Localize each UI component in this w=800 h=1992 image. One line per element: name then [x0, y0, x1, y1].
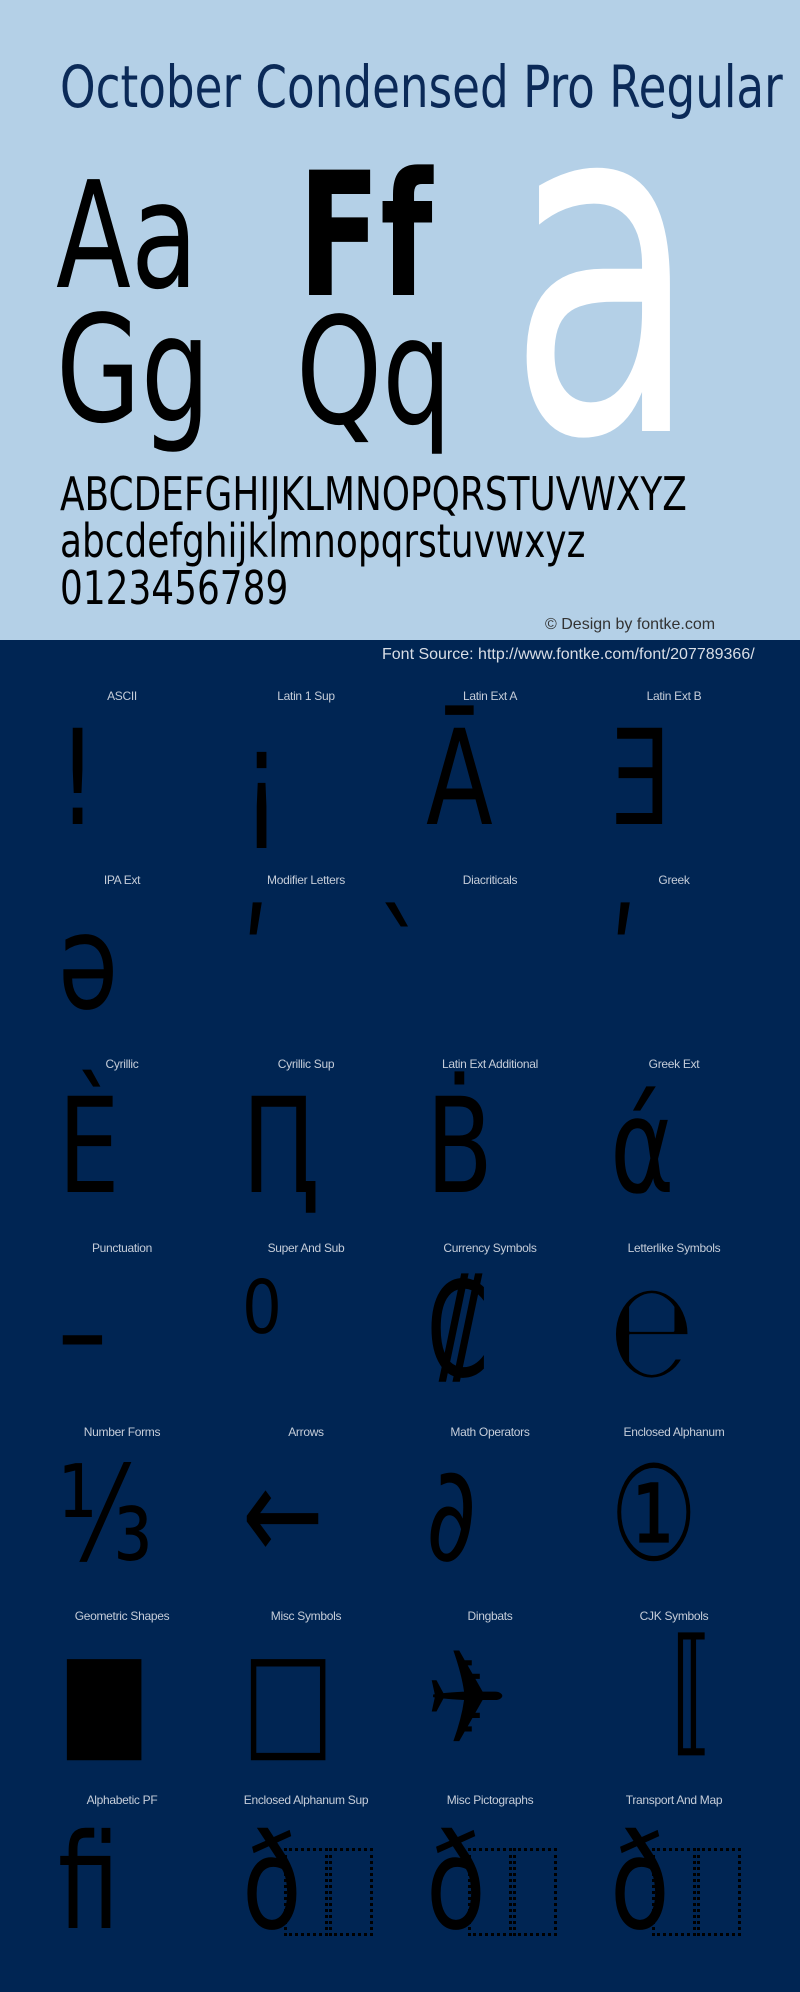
unicode-block-cell: Latin Ext BƎ — [582, 680, 766, 864]
unicode-block-cell: Super And Sub ⁰ — [214, 1232, 398, 1416]
unicode-block-sample-glyph: ✈ — [426, 1622, 508, 1776]
unicode-block-cell: Cyrillic Sup Ԥ — [214, 1048, 398, 1232]
unicode-block-sample-glyph: ■ — [58, 1622, 151, 1776]
unicode-block-cell: Punctuation – — [30, 1232, 214, 1416]
unicode-block-sample-glyph: ¡ — [242, 702, 282, 856]
unicode-block-sample-glyph: ʹ — [242, 886, 270, 1040]
unicode-block-sample-glyph: ① — [610, 1438, 698, 1592]
unicode-block-cell: Latin Ext AĀ — [398, 680, 582, 864]
unicode-block-cell: Misc Symbols □ — [214, 1600, 398, 1784]
unicode-block-cell: ASCII! — [30, 680, 214, 864]
unicode-block-cell: Cyrillic Ѐ — [30, 1048, 214, 1232]
unicode-block-sample-glyph: ⅓ — [58, 1438, 153, 1592]
unicode-block-sample-glyph: ə — [58, 886, 119, 1040]
unicode-block-cell: Math Operators ∂ — [398, 1416, 582, 1600]
unicode-block-sample-glyph: ά — [610, 1070, 675, 1224]
unicode-block-cell: Alphabetic PF ﬁ — [30, 1784, 214, 1968]
unicode-block-sample-glyph: Ā — [426, 702, 493, 856]
unicode-block-cell: Currency Symbols ₡ — [398, 1232, 582, 1416]
missing-glyph-box — [513, 1848, 557, 1936]
missing-glyph-box — [284, 1848, 328, 1936]
unicode-block-cell: CJK Symbols 〚 — [582, 1600, 766, 1784]
unicode-block-sample-glyph: Ѐ — [58, 1070, 120, 1224]
unicode-block-sample-glyph: 〚 — [610, 1622, 708, 1776]
font-preview-header: October Condensed Pro Regular Aa Ff Gg Q… — [0, 0, 800, 640]
unicode-block-cell: Modifier Letters ʹ — [214, 864, 398, 1048]
unicode-block-sample-glyph: ← — [242, 1438, 324, 1592]
unicode-block-sample-glyph: ₡ — [426, 1254, 489, 1408]
unicode-block-sample-glyph: ⁰ — [242, 1254, 282, 1408]
unicode-block-sample-glyph: ℮ — [610, 1254, 694, 1408]
big-sample-glyph: a — [508, 0, 699, 542]
unicode-block-sample-glyph: Ԥ — [242, 1070, 320, 1224]
unicode-block-grid: ASCII! Latin 1 Sup ¡ Latin Ext A Ā Latin Ext … — [30, 680, 766, 1968]
unicode-block-label: Diacriticals — [462, 873, 518, 887]
unicode-block-cell: Greek Ext ά — [582, 1048, 766, 1232]
unicode-block-cell: Letterlike Symbols ℮ — [582, 1232, 766, 1416]
sample-pair-qq: Qq — [296, 286, 452, 458]
unicode-block-cell: Latin 1 Sup ¡ — [214, 680, 398, 864]
unicode-block-sample-glyph: Ǝ — [610, 702, 672, 856]
sample-pair-gg: Gg — [56, 284, 211, 456]
unicode-block-cell: Dingbats ✈ — [398, 1600, 582, 1784]
unicode-block-cell: IPA Ext ə — [30, 864, 214, 1048]
font-source-link[interactable]: Font Source: http://www.fontke.com/font/… — [382, 645, 755, 665]
unicode-block-cell: Enclosed Alphanum ① — [582, 1416, 766, 1600]
unicode-block-cell: Enclosed Alphanum Sup ð — [214, 1784, 398, 1968]
unicode-block-cell: Greek ʹ — [582, 864, 766, 1048]
design-credit: © Design by fontke.com — [545, 616, 716, 633]
missing-glyph-box — [329, 1848, 373, 1936]
unicode-block-sample-glyph: ∂ — [426, 1438, 477, 1592]
unicode-block-cell: Geometric Shapes ■ — [30, 1600, 214, 1784]
unicode-block-sample-glyph: ʹ — [610, 886, 638, 1040]
missing-glyph-box — [652, 1848, 696, 1936]
unicode-block-cell: Transport And Map ð — [582, 1784, 766, 1968]
unicode-block-cell: Latin Ext Additional Ḃ — [398, 1048, 582, 1232]
unicode-block-sample-glyph: □ — [242, 1622, 335, 1776]
unicode-block-sample-glyph: – — [58, 1254, 107, 1408]
missing-glyph-box — [468, 1848, 512, 1936]
lowercase-alphabet: abcdefghijklmnopqrstuvwxyz — [60, 514, 586, 568]
unicode-block-cell: Number Forms ⅓ — [30, 1416, 214, 1600]
digits-sample: 0123456789 — [60, 561, 289, 615]
unicode-block-sample-glyph: ﬁ — [58, 1806, 120, 1960]
unicode-block-cell: Diacriticals̀ — [398, 864, 582, 1048]
unicode-block-sample-glyph: Ḃ — [426, 1070, 494, 1224]
unicode-block-cell: Misc Pictographs ð — [398, 1784, 582, 1968]
unicode-block-cell: Arrows ← — [214, 1416, 398, 1600]
missing-glyph-box — [697, 1848, 741, 1936]
unicode-block-sample-glyph: ! — [58, 702, 98, 856]
uppercase-alphabet: ABCDEFGHIJKLMNOPQRSTUVWXYZ — [60, 467, 687, 521]
